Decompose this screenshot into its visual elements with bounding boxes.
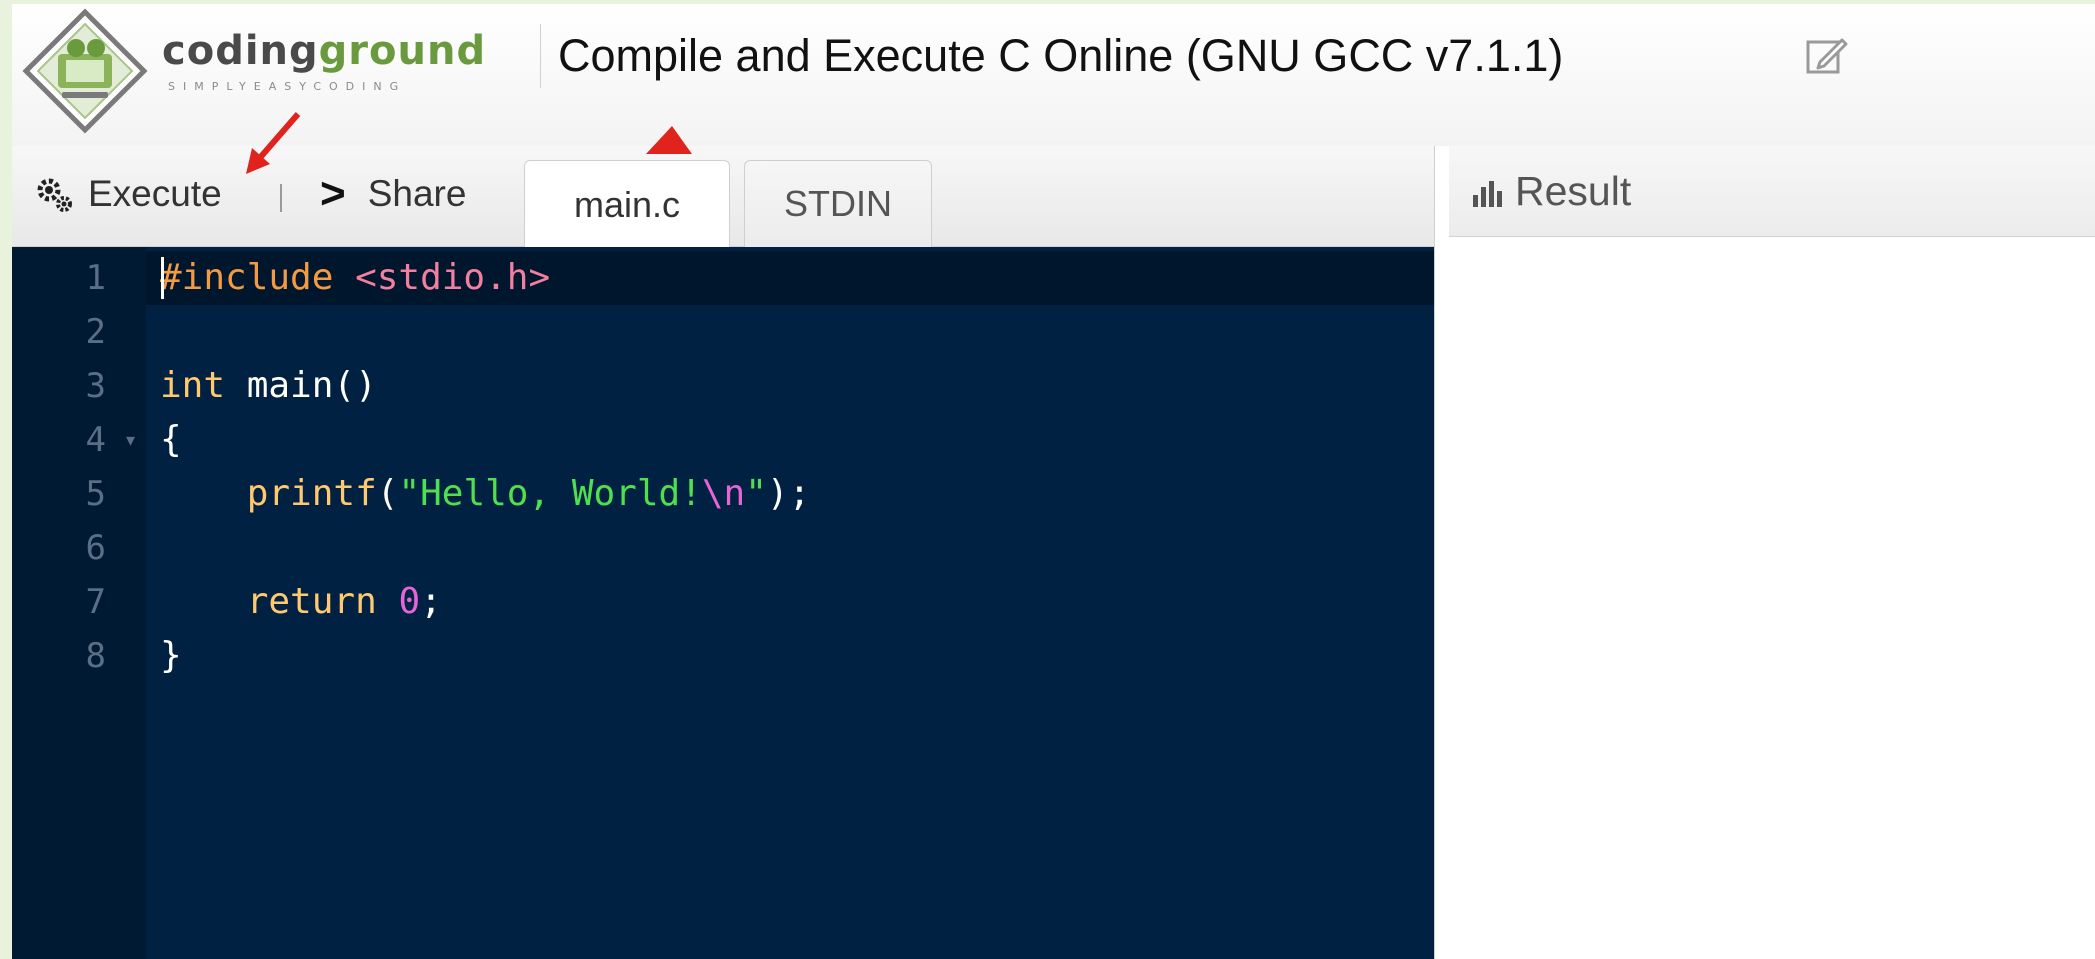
logo-wordmark-coding: coding (162, 28, 319, 74)
line-number: 7 (85, 582, 106, 622)
logo-wordmark-ground: ground (318, 28, 487, 74)
codingground-logo-icon[interactable] (22, 8, 148, 134)
code-line: #include <stdio.h> (160, 251, 550, 305)
site-header: codingground SIMPLYEASYCODING Compile an… (12, 4, 2095, 147)
code-token: ); (766, 473, 811, 514)
code-token: " (745, 473, 767, 514)
line-number: 1 (85, 258, 106, 298)
logo-tagline: SIMPLYEASYCODING (168, 80, 407, 93)
line-number: 5 (85, 474, 106, 514)
tab-main-c[interactable]: main.c (524, 160, 730, 248)
gears-icon (37, 178, 72, 212)
tab-stdin[interactable]: STDIN (744, 160, 932, 247)
annotation-arrow-icon (246, 112, 301, 174)
code-editor[interactable]: 1 2 3 4 ▾ 5 6 7 8 #include <stdio.h> int… (12, 247, 1434, 959)
code-token: } (160, 635, 182, 676)
execute-button[interactable]: Execute (34, 170, 222, 218)
app-window: codingground SIMPLYEASYCODING Compile an… (12, 4, 2095, 959)
toolbar-separator (280, 184, 282, 212)
result-title: Result (1469, 168, 1631, 215)
editor-toolbar: Execute > Share main.c STDIN (12, 146, 1434, 248)
code-token: \n (701, 473, 746, 514)
result-label: Result (1515, 168, 1632, 214)
line-number: 3 (85, 366, 106, 406)
logo-wordmark[interactable]: codingground (162, 28, 486, 74)
fold-arrow-icon[interactable]: ▾ (126, 413, 135, 467)
code-token: <stdio.h> (333, 257, 551, 298)
share-label: Share (367, 173, 467, 214)
panel-divider[interactable] (1434, 146, 1450, 959)
share-button[interactable]: > Share (320, 169, 467, 218)
code-token: 0 (398, 581, 421, 622)
code-line: int main() (160, 359, 377, 413)
code-line: { (160, 413, 182, 467)
code-token: ( (376, 473, 399, 514)
code-token: return (246, 581, 377, 622)
line-number: 4 (85, 420, 106, 460)
code-line: printf("Hello, World!\n"); (160, 467, 811, 521)
bar-chart-icon (1473, 180, 1502, 207)
code-token: main() (225, 365, 377, 406)
line-number: 8 (85, 636, 106, 676)
annotation-arrow-icon (646, 126, 692, 154)
code-token: printf (246, 473, 377, 514)
code-token: { (160, 419, 182, 460)
code-token: int (160, 365, 226, 406)
line-number: 2 (85, 312, 106, 352)
page-title: Compile and Execute C Online (GNU GCC v7… (558, 30, 1564, 81)
code-token: #include (160, 257, 334, 298)
text-cursor (161, 257, 164, 299)
result-header: Result (1449, 146, 2095, 237)
code-token: "Hello, World! (398, 473, 702, 514)
header-divider (540, 24, 541, 88)
code-line: } (160, 629, 182, 683)
result-output[interactable] (1449, 237, 2095, 959)
share-icon: > (320, 169, 346, 218)
code-line: return 0; (160, 575, 442, 629)
edit-icon[interactable] (1804, 34, 1848, 78)
execute-label: Execute (88, 173, 222, 214)
line-number: 6 (85, 528, 106, 568)
code-token: ; (420, 581, 442, 622)
